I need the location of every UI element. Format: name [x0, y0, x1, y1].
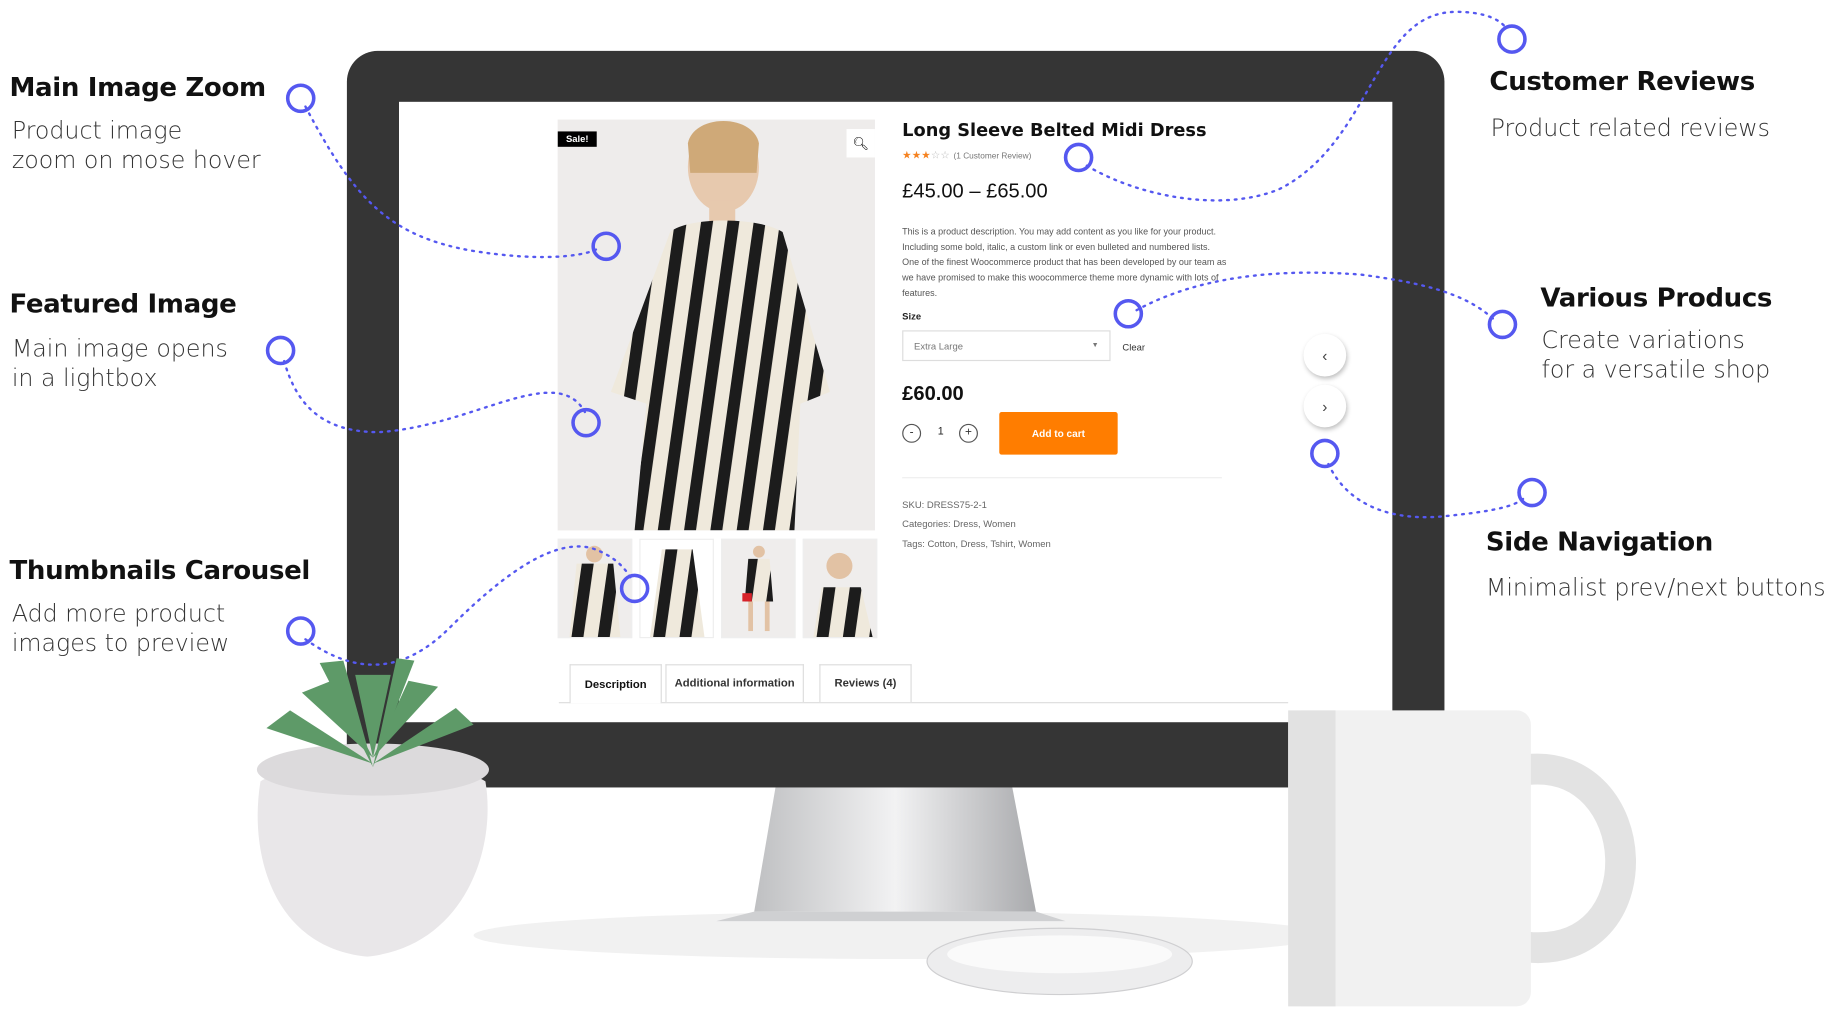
coffee-mug	[1288, 710, 1636, 1007]
desk-decor	[256, 658, 1636, 1007]
mouse	[926, 927, 1193, 996]
plant	[256, 658, 489, 957]
stage: Main Image Zoom Product image zoom on mo…	[0, 0, 1847, 1035]
